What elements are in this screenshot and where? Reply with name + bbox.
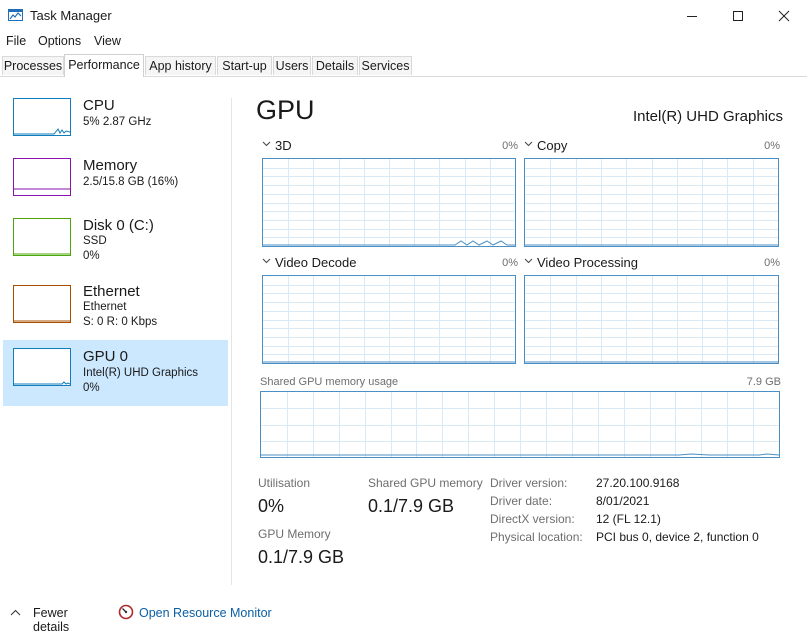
sidebar-item-title: Disk 0 (C:) — [83, 217, 154, 234]
physical-location-value: PCI bus 0, device 2, function 0 — [596, 530, 759, 544]
thumbnail-trace — [14, 128, 71, 135]
tab-app-history[interactable]: App history — [145, 56, 216, 75]
graph-percent: 0% — [502, 257, 518, 269]
memory-thumbnail-graph — [13, 158, 71, 196]
graph-grid — [263, 159, 515, 246]
graph-label: Video Processing — [537, 255, 638, 270]
thumbnail-trace — [14, 381, 71, 385]
gpu-memory-value: 0.1/7.9 GB — [258, 547, 345, 567]
tab-start-up[interactable]: Start-up — [217, 56, 272, 75]
sidebar-item-detail-2: 0% — [83, 250, 100, 262]
open-resource-monitor-link[interactable]: Open Resource Monitor — [118, 603, 278, 623]
utilisation-value: 0% — [258, 496, 285, 516]
graph-shared-memory — [260, 391, 780, 458]
driver-version-label: Driver version: — [490, 476, 568, 490]
driver-version-value: 27.20.100.9168 — [596, 476, 680, 490]
sidebar-item-detail: Ethernet — [83, 301, 127, 313]
sidebar-item-cpu[interactable]: CPU 5% 2.87 GHz — [3, 90, 228, 154]
chevron-down-icon — [262, 258, 271, 264]
window-title: Task Manager — [30, 8, 112, 23]
gpu-thumbnail-graph — [13, 348, 71, 386]
close-button[interactable] — [761, 0, 807, 32]
gpu-memory-label: GPU Memory — [258, 527, 331, 541]
graph-grid — [525, 276, 778, 363]
driver-date-value: 8/01/2021 — [596, 494, 650, 508]
chevron-down-icon — [262, 141, 271, 147]
close-icon — [778, 10, 790, 22]
shared-memory-label: Shared GPU memory — [368, 476, 483, 490]
ethernet-thumbnail-graph — [13, 285, 71, 323]
graph-video-processing — [524, 275, 779, 364]
sidebar-item-detail: Intel(R) UHD Graphics — [83, 367, 199, 379]
sidebar-item-memory[interactable]: Memory 2.5/15.8 GB (16%) — [3, 150, 228, 214]
tab-details[interactable]: Details — [312, 56, 358, 75]
tab-services[interactable]: Services — [359, 56, 412, 75]
sidebar-item-detail: SSD — [83, 235, 107, 247]
maximize-button[interactable] — [715, 0, 761, 32]
menu-file[interactable]: File — [6, 34, 26, 48]
gpu-device-name: Intel(R) UHD Graphics — [632, 108, 783, 125]
thumbnail-line — [14, 381, 71, 385]
minimize-button[interactable] — [669, 0, 715, 32]
graph-label: Copy — [537, 138, 568, 153]
footer: Fewer details Open Resource Monitor — [0, 596, 807, 637]
shared-memory-max: 7.9 GB — [746, 376, 781, 388]
graph-3d — [262, 158, 516, 247]
graph-label: Video Decode — [275, 255, 357, 270]
sidebar-item-title: GPU 0 — [83, 348, 129, 365]
panel-divider — [231, 98, 232, 585]
graph-percent: 0% — [502, 140, 518, 152]
sidebar-item-gpu[interactable]: GPU 0 Intel(R) UHD Graphics 0% — [3, 340, 228, 406]
open-resource-monitor-label: Open Resource Monitor — [139, 606, 272, 620]
menu-view[interactable]: View — [94, 34, 121, 48]
menu-options[interactable]: Options — [38, 34, 81, 48]
minimize-icon — [687, 16, 697, 17]
page-title: GPU — [256, 95, 315, 125]
utilisation-label: Utilisation — [258, 476, 311, 490]
graph-grid — [263, 276, 515, 363]
tab-bar: Processes Performance App history Start-… — [0, 54, 807, 77]
sidebar-item-title: Ethernet — [83, 283, 140, 300]
graph-percent: 0% — [764, 257, 780, 269]
graph-copy — [524, 158, 779, 247]
maximize-icon — [733, 11, 743, 21]
thumbnail-trace — [14, 320, 70, 322]
graph-video-decode — [262, 275, 516, 364]
graph-grid — [261, 392, 780, 457]
chevron-down-icon — [524, 258, 533, 264]
sidebar-item-title: CPU — [83, 97, 115, 114]
task-manager-icon — [8, 9, 23, 21]
resource-monitor-icon — [118, 604, 134, 620]
directx-version-label: DirectX version: — [490, 512, 575, 526]
sidebar-item-detail: 2.5/15.8 GB (16%) — [83, 176, 179, 188]
tab-performance[interactable]: Performance — [64, 54, 144, 77]
sidebar-item-detail: 5% 2.87 GHz — [83, 116, 152, 128]
title-bar: Task Manager — [0, 0, 807, 32]
fewer-details-label: Fewer details — [33, 606, 70, 634]
tab-processes[interactable]: Processes — [2, 56, 64, 75]
chevron-down-icon — [524, 141, 533, 147]
thumbnail-line — [14, 128, 71, 135]
thumbnail-trace — [14, 188, 70, 190]
thumbnail-trace — [14, 253, 70, 255]
driver-date-label: Driver date: — [490, 494, 553, 508]
fewer-details-button[interactable]: Fewer details — [10, 605, 105, 634]
graph-percent: 0% — [764, 140, 780, 152]
graph-label: 3D — [275, 138, 292, 153]
shared-memory-value: 0.1/7.9 GB — [368, 496, 455, 516]
cpu-thumbnail-graph — [13, 98, 71, 136]
disk-thumbnail-graph — [13, 218, 71, 256]
graph-grid — [525, 159, 778, 246]
sidebar-item-ethernet[interactable]: Ethernet Ethernet S: 0 R: 0 Kbps — [3, 277, 228, 341]
shared-memory-caption: Shared GPU memory usage — [260, 376, 399, 388]
sidebar-item-title: Memory — [83, 157, 138, 174]
sidebar-item-disk[interactable]: Disk 0 (C:) SSD 0% — [3, 210, 228, 274]
physical-location-label: Physical location: — [490, 530, 583, 544]
directx-version-value: 12 (FL 12.1) — [596, 512, 661, 526]
tab-users[interactable]: Users — [273, 56, 311, 75]
sidebar-item-detail-2: S: 0 R: 0 Kbps — [83, 316, 158, 328]
chevron-up-icon — [10, 609, 21, 616]
sidebar-item-detail-2: 0% — [83, 382, 100, 394]
